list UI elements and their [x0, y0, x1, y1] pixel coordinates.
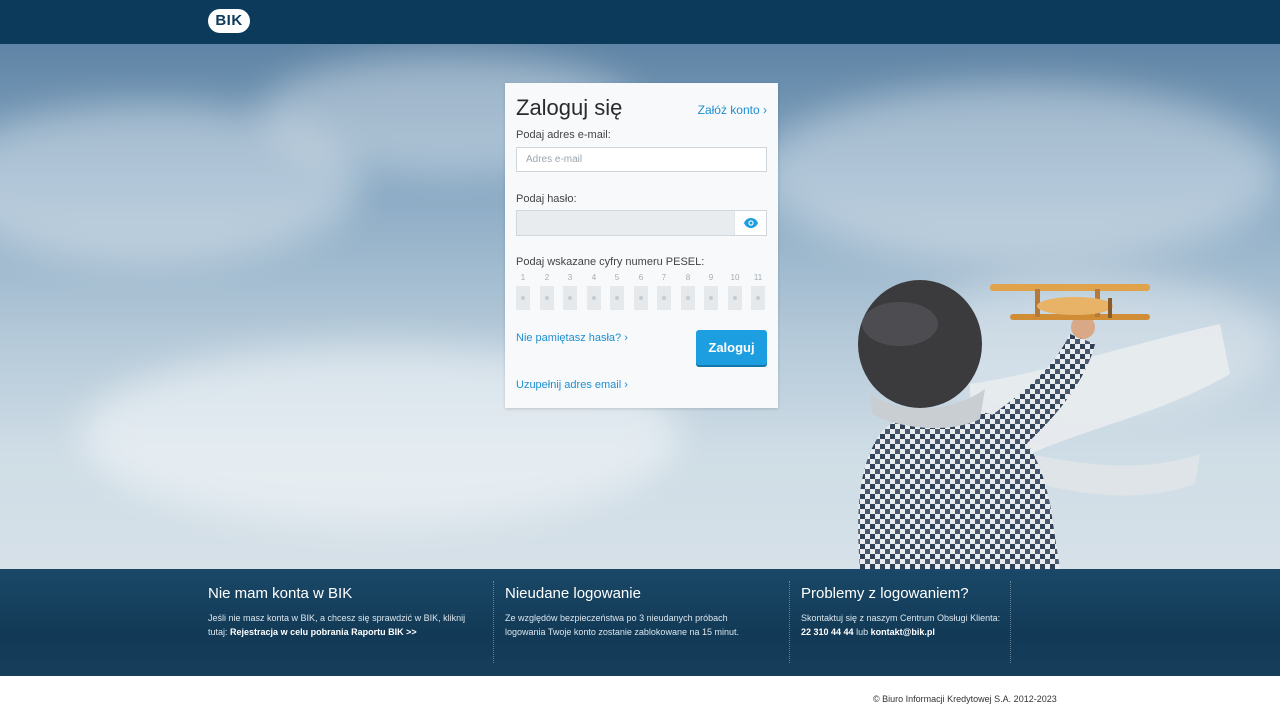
eye-icon — [743, 218, 758, 228]
pesel-digit-10: 10 — [728, 273, 742, 313]
pesel-input[interactable] — [516, 286, 530, 310]
pesel-digit-9: 9 — [704, 273, 718, 313]
email-field[interactable] — [516, 147, 767, 172]
forgot-password-link[interactable]: Nie pamiętasz hasła? › — [516, 332, 628, 344]
pesel-digit-5: 5 — [610, 273, 624, 313]
pesel-input[interactable] — [751, 286, 765, 310]
show-password-button[interactable] — [734, 211, 766, 235]
info-failed-login: Nieudane logowanie Ze względów bezpiecze… — [505, 569, 775, 676]
pesel-input[interactable] — [681, 286, 695, 310]
contact-phone: 22 310 44 44 — [801, 627, 854, 637]
pesel-input[interactable] — [657, 286, 671, 310]
bik-logo[interactable]: BIK — [208, 9, 250, 33]
info-login-problems-title: Problemy z logowaniem? — [801, 585, 969, 602]
pesel-label: Podaj wskazane cyfry numeru PESEL: — [516, 256, 705, 268]
info-failed-login-text: Ze względów bezpieczeństwa po 3 nieudany… — [505, 613, 739, 637]
info-no-account-title: Nie mam konta w BIK — [208, 585, 353, 602]
pesel-digit-7: 7 — [657, 273, 671, 313]
top-bar: BIK — [0, 0, 1280, 44]
contact-email-link[interactable]: kontakt@bik.pl — [871, 627, 935, 637]
pesel-digit-8: 8 — [681, 273, 695, 313]
info-failed-login-title: Nieudane logowanie — [505, 585, 641, 602]
login-card: Zaloguj się Załóż konto › Podaj adres e-… — [505, 83, 778, 408]
pesel-input[interactable] — [610, 286, 624, 310]
pesel-input[interactable] — [587, 286, 601, 310]
divider — [1010, 581, 1011, 663]
info-no-account: Nie mam konta w BIK Jeśli nie masz konta… — [208, 569, 478, 676]
pesel-input[interactable] — [634, 286, 648, 310]
divider — [789, 581, 790, 663]
password-label: Podaj hasło: — [516, 193, 577, 205]
pesel-digit-6: 6 — [634, 273, 648, 313]
pesel-input[interactable] — [540, 286, 554, 310]
info-strip: Nie mam konta w BIK Jeśli nie masz konta… — [0, 569, 1280, 676]
register-link[interactable]: Załóż konto › — [698, 103, 767, 117]
divider — [493, 581, 494, 663]
pesel-digit-1: 1 — [516, 273, 530, 313]
registration-link[interactable]: Rejestracja w celu pobrania Raportu BIK … — [230, 627, 417, 637]
email-label: Podaj adres e-mail: — [516, 129, 611, 141]
pesel-input[interactable] — [704, 286, 718, 310]
login-title: Zaloguj się — [516, 95, 623, 120]
pesel-digit-3: 3 — [563, 273, 577, 313]
password-field-wrapper — [516, 210, 767, 236]
pesel-digit-2: 2 — [540, 273, 554, 313]
login-button[interactable]: Zaloguj — [696, 330, 767, 365]
password-field[interactable] — [517, 211, 735, 235]
pesel-input[interactable] — [563, 286, 577, 310]
pesel-input[interactable] — [728, 286, 742, 310]
info-login-problems-text: Skontaktuj się z naszym Centrum Obsługi … — [801, 613, 1001, 637]
pesel-digit-11: 11 — [751, 273, 765, 313]
boy-with-airplane-illustration — [858, 280, 1230, 569]
info-login-problems: Problemy z logowaniem? Skontaktuj się z … — [801, 569, 1061, 676]
copyright: © Biuro Informacji Kredytowej S.A. 2012-… — [873, 694, 1057, 704]
info-no-account-text: Jeśli nie masz konta w BIK, a chcesz się… — [208, 613, 466, 637]
pesel-digits: 1 2 3 4 5 6 7 8 9 10 11 — [516, 273, 768, 313]
complete-email-link[interactable]: Uzupełnij adres email › — [516, 379, 628, 391]
pesel-digit-4: 4 — [587, 273, 601, 313]
